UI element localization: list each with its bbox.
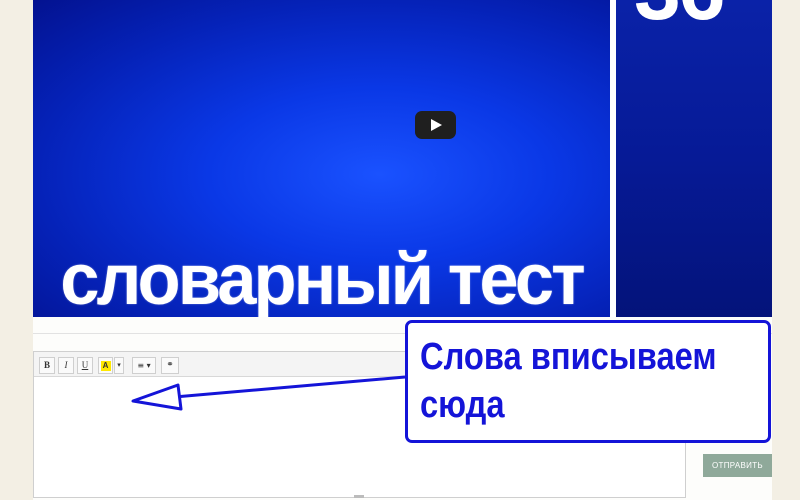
page-background-left	[0, 0, 33, 500]
link-icon[interactable]: ⚭	[161, 357, 179, 374]
annotation-callout: Слова вписываем сюда	[405, 320, 771, 443]
video-side-number: 36	[634, 0, 725, 32]
italic-button[interactable]: I	[58, 357, 74, 374]
underline-button[interactable]: U	[77, 357, 93, 374]
text-color-dropdown[interactable]: ▾	[114, 357, 124, 374]
submit-button[interactable]: ОТПРАВИТЬ	[703, 454, 772, 477]
video-player[interactable]: словарный тест	[33, 0, 610, 317]
text-color-button[interactable]: A	[98, 357, 113, 374]
play-icon[interactable]	[415, 111, 456, 139]
resize-handle[interactable]	[354, 495, 364, 498]
bold-button[interactable]: B	[39, 357, 55, 374]
align-dropdown[interactable]: ≡ ▾	[132, 357, 156, 374]
annotation-text: Слова вписываем сюда	[420, 336, 717, 426]
page-background-right	[772, 0, 800, 500]
text-color-icon: A	[100, 361, 111, 371]
video-side-panel: 36	[616, 0, 772, 317]
video-title-text: словарный тест	[60, 240, 585, 317]
